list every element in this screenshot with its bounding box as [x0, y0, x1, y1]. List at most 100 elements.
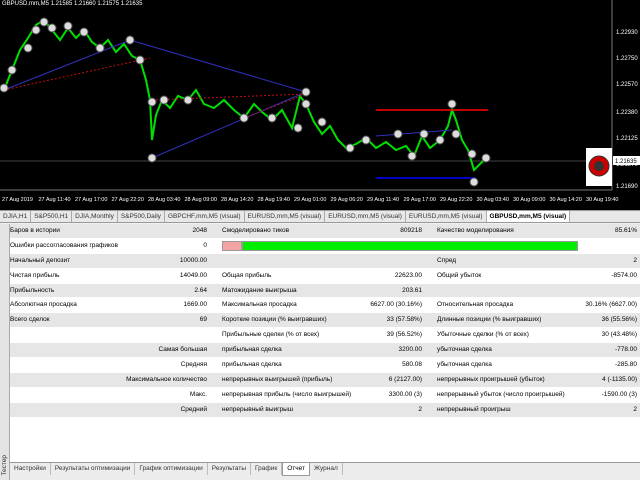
average-loss-label: убыточная сделка [437, 361, 492, 369]
ticks-modelled-label: Смоделировано тиков [222, 227, 290, 234]
mismatch-bar-segment [222, 240, 242, 251]
max-label: Макс. [189, 390, 207, 398]
max-consec-wins-label: непрерывных выигрышей (прибыль) [222, 375, 333, 383]
chart-tab[interactable]: DJIA,Monthly [72, 211, 118, 222]
fractal-marker [393, 129, 403, 139]
short-positions-label: Короткие позиции (% выигравших) [222, 316, 327, 324]
model-quality-label: Качество моделирования [437, 227, 514, 234]
time-tick-label: 28 Aug 09:00 [185, 197, 217, 203]
fractal-marker [63, 21, 73, 31]
rel-drawdown-value: 30.16% (6627.00) [585, 301, 637, 309]
long-positions-value: 36 (55.56%) [601, 316, 637, 324]
time-tick-label: 29 Aug 06:20 [331, 197, 363, 203]
largest-loss-value: -778.00 [614, 346, 637, 354]
fractal-marker [23, 43, 33, 53]
average-label: Средняя [180, 361, 207, 369]
expected-payoff-label: Матожидание выигрыша [222, 286, 297, 294]
average-profit-value: 580.08 [402, 361, 422, 369]
price-line [3, 18, 487, 172]
profit-factor-value: 2.64 [194, 286, 207, 294]
bars-in-history-value: 2048 [192, 227, 207, 234]
fractal-marker [7, 65, 17, 75]
report-row: Ошибки рассогласования графиков 0 [10, 239, 640, 254]
time-tick-label: 30 Aug 14:20 [550, 197, 582, 203]
chart-tab[interactable]: S&P500,Daily [118, 211, 165, 222]
mismatch-errors-label: Ошибки рассогласования графиков [10, 241, 119, 249]
fractal-marker [39, 17, 49, 27]
quality-bar-segment [242, 240, 578, 251]
initial-deposit-value: 10000.00 [179, 256, 207, 264]
report-row: Всего сделок 69 Короткие позиции (% выиг… [10, 313, 640, 329]
chart-tab[interactable]: EURUSD,mm,M5 (visual) [245, 211, 326, 222]
price-chart[interactable]: 1.229301.227501.225701.223801.221251.218… [0, 0, 640, 210]
tab-optimization-graph[interactable]: График оптимизации [135, 463, 208, 475]
net-profit-value: 14049.00 [179, 271, 207, 279]
fractal-marker [301, 87, 311, 97]
tab-results[interactable]: Результаты [208, 463, 252, 475]
tester-label: Тестер [1, 455, 8, 476]
fractal-marker [469, 177, 479, 187]
max-consec-profit-value: 3300.00 (3) [388, 390, 422, 398]
fractal-marker [31, 25, 41, 35]
avg-consec-losses-label: непрерывный проигрыш [437, 405, 511, 413]
fractal-marker [451, 129, 461, 139]
trend-line [375, 129, 453, 137]
average-loss-value: -285.80 [614, 361, 637, 369]
tab-graph[interactable]: График [251, 463, 283, 475]
avg-label: Средний [180, 405, 207, 413]
time-tick-label: 29 Aug 11:40 [367, 197, 399, 203]
gross-loss-label: Общий убыток [437, 271, 482, 279]
net-profit-label: Чистая прибыль [10, 271, 60, 279]
price-tick-label: 1.22125 [616, 136, 638, 142]
max-consec-losses-label: непрерывных проигрышей (убыток) [437, 375, 545, 383]
chart-tab[interactable]: EURUSD,mm,M5 (visual) [406, 211, 487, 222]
largest-profit-label: прибыльная сделка [222, 346, 282, 354]
max-consec-loss-value: -1590.00 (3) [601, 390, 637, 398]
fractal-marker [293, 123, 303, 133]
ticks-modelled-value: 809218 [400, 227, 422, 234]
tab-journal[interactable]: Журнал [310, 463, 343, 475]
abs-drawdown-value: 1669.00 [183, 301, 208, 309]
fractal-marker [159, 95, 169, 105]
fractal-marker [147, 97, 157, 107]
fractal-marker [79, 27, 89, 37]
max-drawdown-value: 6627.00 (30.16%) [370, 301, 422, 309]
time-tick-label: 29 Aug 01:00 [294, 197, 326, 203]
max-consec-loss-label: непрерывный убыток (число проигрышей) [437, 390, 565, 398]
model-quality-value: 85.61% [614, 227, 637, 234]
report-row: Средняя прибыльная сделка 580.08 убыточн… [10, 358, 640, 373]
fractal-marker [267, 113, 277, 123]
price-tick-label: 1.22930 [616, 30, 638, 36]
chart-tab[interactable]: DJIA,H1 [0, 211, 32, 222]
profit-trades-value: 39 (56.52%) [386, 331, 422, 339]
chart-tab[interactable]: S&P500,H1 [31, 211, 73, 222]
max-consec-profit-label: непрерывная прибыль (число выигрышей) [222, 390, 352, 398]
fractal-marker [435, 135, 445, 145]
chart-tab[interactable]: EURUSD,mm,M5 (visual) [325, 211, 406, 222]
fractal-marker [47, 23, 57, 33]
tab-optimization-results[interactable]: Результаты оптимизации [51, 463, 136, 475]
bars-in-history-label: Баров в истории [10, 227, 60, 234]
trend-line [3, 39, 131, 91]
chart-tab[interactable]: GBPCHF,mm,M5 (visual) [165, 211, 245, 222]
tab-report[interactable]: Отчет [282, 463, 311, 476]
avg-consec-wins-value: 2 [418, 405, 422, 413]
short-positions-value: 33 (57.58%) [386, 316, 422, 324]
tab-settings[interactable]: Настройки [10, 463, 51, 475]
current-price-label: 1.21635 [615, 159, 637, 165]
fractal-marker [447, 99, 457, 109]
fractal-marker [183, 95, 193, 105]
tester-sidebar[interactable]: Тестер [0, 224, 10, 480]
chart-tab-active[interactable]: GBPUSD,mm,M5 (visual) [486, 211, 571, 222]
spread-label: Спред [437, 256, 457, 264]
fractal-marker [317, 117, 327, 127]
fractal-marker [95, 43, 105, 53]
price-tick-label: 1.22750 [616, 56, 638, 62]
max-count-label: Максимальное количество [126, 375, 207, 383]
max-consec-losses-value: 4 (-1135.00) [602, 375, 637, 383]
report-row: Начальный депозит 10000.00 Спред 2 [10, 253, 640, 269]
logo-center [594, 161, 604, 171]
report-row: Прибыльность 2.64 Матожидание выигрыша 2… [10, 283, 640, 299]
chart-title: GBPUSD.mm,M5 1.21585 1.21660 1.21575 1.2… [2, 1, 143, 7]
trend-line [3, 57, 151, 91]
